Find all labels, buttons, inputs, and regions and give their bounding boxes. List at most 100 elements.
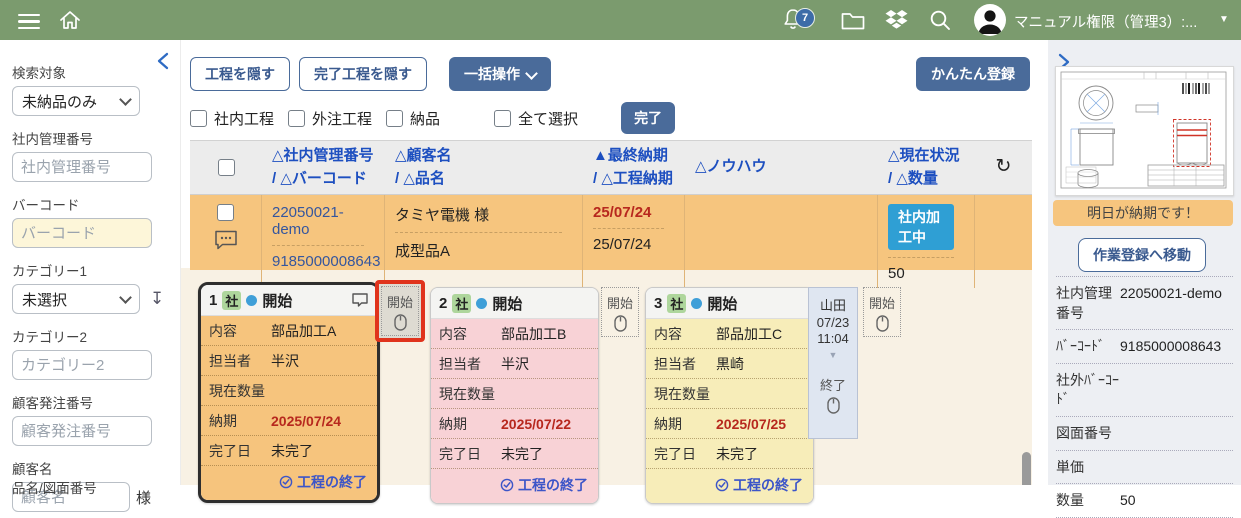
comment-bubble-icon[interactable] xyxy=(351,292,369,308)
drawing-thumbnail[interactable] xyxy=(1055,66,1234,196)
scrollbar-thumb[interactable] xyxy=(1022,452,1031,485)
top-bar: 7 マニュアル権限（管理3）:... ▼ xyxy=(0,0,1241,40)
search-sidebar: 検索対象 未納品のみ 社内管理番号 バーコード カテゴリー1 未選択 ↧ カテゴ… xyxy=(0,40,181,485)
category1-select[interactable]: 未選択 xyxy=(12,284,140,314)
internal-badge: 社 xyxy=(222,291,241,310)
end-label: 終了 xyxy=(820,375,846,394)
filter-internal-process[interactable]: 社内工程 xyxy=(190,108,274,129)
process-number: 1 xyxy=(209,292,217,309)
worker-log-panel[interactable]: 山田 07/23 11:04 ▼ 終了 xyxy=(808,287,858,439)
checkbox xyxy=(190,110,207,127)
table-header-row: △社内管理番号/ △バーコード △顧客名/ △品名 ▲最終納期/ △工程納期 △… xyxy=(190,140,1032,195)
notification-badge: 7 xyxy=(795,8,815,28)
process-status: 開始 xyxy=(262,290,292,311)
knowhow-cell xyxy=(685,195,878,288)
barcode-input[interactable] xyxy=(12,218,152,248)
customer-order-input[interactable] xyxy=(12,416,152,446)
start-slot-highlight[interactable]: 開始 xyxy=(375,280,425,342)
search-target-select[interactable]: 未納品のみ xyxy=(12,86,140,116)
filter-row: 社内工程 外注工程 納品 全て選択 完了 xyxy=(190,102,675,134)
sidebar-collapse-icon[interactable] xyxy=(156,52,170,70)
table-row: 22050021-demo 9185000008643 タミヤ電機 様 成型品A… xyxy=(190,195,1032,270)
go-to-work-register-button[interactable]: 作業登録へ移動 xyxy=(1078,238,1206,272)
user-menu-caret-icon[interactable]: ▼ xyxy=(1219,14,1229,25)
process-card-2[interactable]: 2 社 開始 内容部品加工B 担当者半沢 現在数量 納期2025/07/22 完… xyxy=(430,287,599,504)
hide-process-button[interactable]: 工程を隠す xyxy=(190,57,290,91)
status-badge: 社内加工中 xyxy=(888,204,954,250)
mouse-icon xyxy=(876,315,889,332)
internal-no-label: 社内管理番号 xyxy=(12,128,168,148)
orders-table: △社内管理番号/ △バーコード △顧客名/ △品名 ▲最終納期/ △工程納期 △… xyxy=(190,140,1032,270)
user-avatar[interactable] xyxy=(974,4,1006,36)
detail-panel: 明日が納期です！ 作業登録へ移動 社内管理番号22050021-demo ﾊﾞｰ… xyxy=(1048,40,1241,485)
internal-no-link[interactable]: 22050021-demo xyxy=(272,201,364,246)
bulk-action-button[interactable]: 一括操作 xyxy=(449,57,551,91)
worker-time: 11:04 xyxy=(817,331,849,346)
detail-row: 単価 xyxy=(1056,451,1233,485)
start-button-3[interactable]: 開始 xyxy=(863,287,901,337)
internal-badge: 社 xyxy=(452,294,471,313)
header-due[interactable]: ▲最終納期/ △工程納期 xyxy=(583,141,685,194)
worker-date: 07/23 xyxy=(817,315,850,330)
product-name-label: 品名/図面番号 xyxy=(12,477,97,497)
end-process-link[interactable]: 工程の終了 xyxy=(646,469,813,503)
chevron-down-icon xyxy=(119,291,132,304)
refresh-icon[interactable]: ↻ xyxy=(975,141,1032,194)
detail-row: ﾊﾞｰｺｰﾄﾞ9185000008643 xyxy=(1056,330,1233,364)
end-process-link[interactable]: 工程の終了 xyxy=(431,469,598,503)
end-process-link[interactable]: 工程の終了 xyxy=(201,466,377,500)
search-target-label: 検索対象 xyxy=(12,62,168,82)
detail-row: 社外ﾊﾞｰｺｰﾄﾞ xyxy=(1056,364,1233,417)
row-checkbox[interactable] xyxy=(217,204,234,221)
filter-select-all[interactable]: 全て選択 xyxy=(494,108,578,129)
checkbox xyxy=(494,110,511,127)
user-role-label[interactable]: マニュアル権限（管理3）:... xyxy=(1014,11,1197,32)
detail-row: 図面番号 xyxy=(1056,417,1233,451)
header-internal-no[interactable]: △社内管理番号/ △バーコード xyxy=(262,141,385,194)
comment-bubble-icon[interactable] xyxy=(213,228,239,252)
process-status: 開始 xyxy=(492,293,522,314)
checkbox xyxy=(386,110,403,127)
hide-completed-button[interactable]: 完了工程を隠す xyxy=(299,57,427,91)
status-dot-icon xyxy=(476,298,487,309)
internal-badge: 社 xyxy=(667,294,686,313)
menu-icon[interactable] xyxy=(18,10,40,33)
internal-no-input[interactable] xyxy=(12,152,152,182)
notifications-bell-icon[interactable]: 7 xyxy=(781,7,815,35)
due-tomorrow-alert: 明日が納期です！ xyxy=(1053,200,1233,226)
process-status: 開始 xyxy=(707,293,737,314)
search-icon[interactable] xyxy=(928,8,953,33)
detail-row: 社内管理番号22050021-demo xyxy=(1056,277,1233,330)
folder-icon[interactable] xyxy=(840,10,866,32)
process-card-3[interactable]: 3 社 開始 内容部品加工C 担当者黒崎 現在数量 納期2025/07/25 完… xyxy=(645,287,814,504)
final-due-date: 25/07/24 xyxy=(593,201,664,229)
easy-register-button[interactable]: かんたん登録 xyxy=(916,57,1030,91)
header-customer[interactable]: △顧客名/ △品名 xyxy=(385,141,583,194)
category2-input[interactable] xyxy=(12,350,152,380)
header-knowhow[interactable]: △ノウハウ xyxy=(685,141,878,194)
process-card-1[interactable]: 1 社 開始 内容部品加工A 担当者半沢 現在数量 納期2025/07/24 完… xyxy=(198,282,380,503)
detail-row: 数量50 xyxy=(1056,484,1233,518)
start-button-1[interactable]: 開始 xyxy=(381,286,419,336)
chevron-down-icon xyxy=(525,67,538,80)
dropbox-icon[interactable] xyxy=(884,9,909,32)
filter-external-process[interactable]: 外注工程 xyxy=(288,108,372,129)
select-all-checkbox[interactable] xyxy=(218,159,235,176)
toolbar: 工程を隠す 完了工程を隠す 一括操作 xyxy=(190,57,551,91)
header-status[interactable]: △現在状況/ △数量 xyxy=(878,141,975,194)
customer-order-label: 顧客発注番号 xyxy=(12,392,168,412)
barcode-link[interactable]: 9185000008643 xyxy=(272,246,374,270)
customer-suffix: 様 xyxy=(136,487,151,508)
start-button-2[interactable]: 開始 xyxy=(601,287,639,337)
process-due-date: 25/07/24 xyxy=(593,229,674,253)
customer-name: タミヤ電機 様 xyxy=(395,201,562,233)
home-icon[interactable] xyxy=(58,8,82,32)
mouse-icon xyxy=(614,315,627,332)
complete-button[interactable]: 完了 xyxy=(621,102,675,134)
category1-label: カテゴリー1 xyxy=(12,260,168,280)
expand-caret-icon[interactable]: ▼ xyxy=(829,350,838,360)
download-icon[interactable]: ↧ xyxy=(150,289,164,309)
process-number: 3 xyxy=(654,295,662,312)
process-number: 2 xyxy=(439,295,447,312)
filter-delivery[interactable]: 納品 xyxy=(386,108,440,129)
